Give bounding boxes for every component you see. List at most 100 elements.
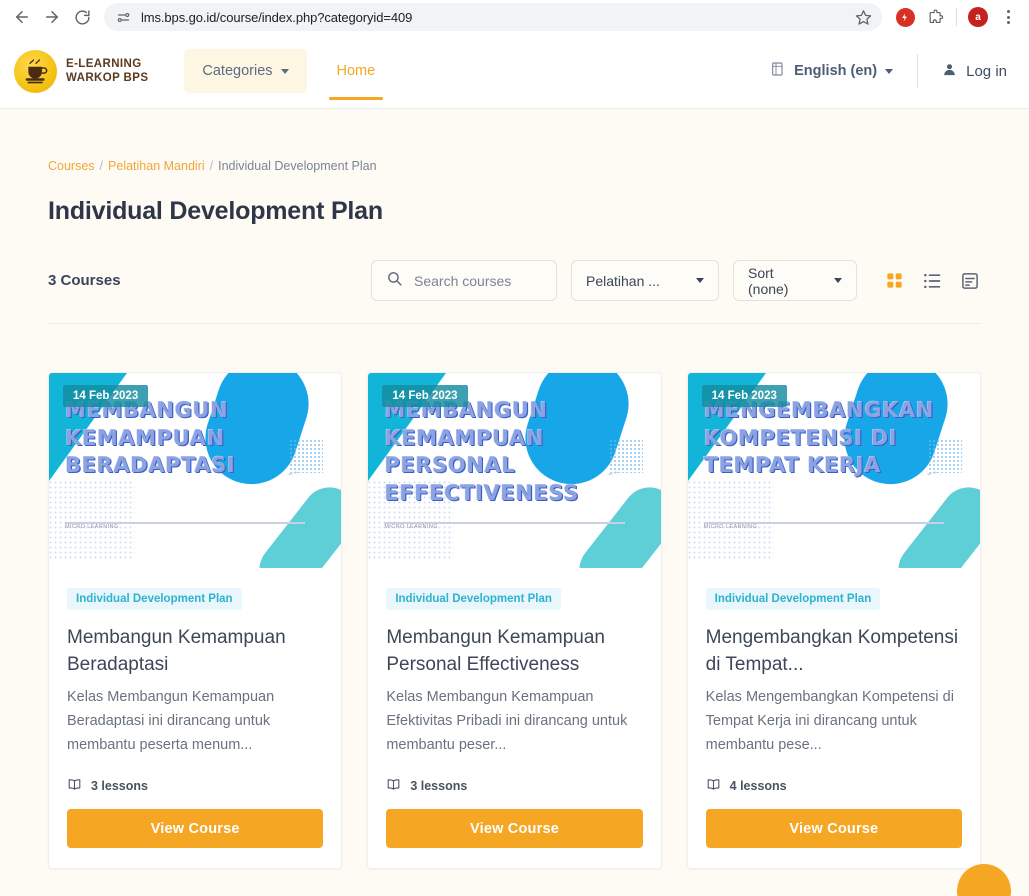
primary-navigation: Categories Home	[184, 34, 383, 108]
course-image: MENGEMBANGKAN KOMPETENSI DI TEMPAT KERJA…	[687, 373, 980, 568]
course-image: MEMBANGUN KEMAMPUAN PERSONAL EFFECTIVENE…	[368, 373, 661, 568]
globe-icon	[770, 61, 786, 81]
course-title[interactable]: Mengembangkan Kompetensi di Tempat...	[706, 625, 962, 679]
course-count: 3 Courses	[48, 272, 121, 289]
warkop-coffee-logo-icon	[14, 49, 57, 93]
course-toolbar: 3 Courses Search courses Pelatihan ... S…	[48, 260, 981, 301]
chevron-down-icon	[834, 278, 842, 283]
course-grid: MEMBANGUN KEMAMPUAN BERADAPTASI ⌁⌁ MICRO…	[48, 372, 981, 870]
course-category-badge: Individual Development Plan	[705, 588, 881, 610]
url-text: lms.bps.go.id/course/index.php?categoryi…	[141, 9, 413, 25]
language-label: English (en)	[794, 63, 878, 79]
user-icon	[942, 62, 957, 81]
image-halftone-dots	[687, 480, 774, 560]
chevron-down-icon	[696, 278, 704, 283]
nav-home-link[interactable]: Home	[328, 34, 384, 108]
course-category-badge: Individual Development Plan	[67, 588, 242, 610]
nav-categories-dropdown[interactable]: Categories	[184, 49, 307, 93]
course-image: MEMBANGUN KEMAMPUAN BERADAPTASI ⌁⌁ MICRO…	[49, 373, 342, 568]
toolbar-divider	[956, 8, 957, 26]
breadcrumb: Courses / Pelatihan Mandiri / Individual…	[48, 109, 981, 173]
image-micro-label: MICRO LEARNING	[65, 524, 119, 530]
chevron-down-icon	[885, 68, 894, 74]
forward-button[interactable]	[38, 3, 66, 31]
course-date-badge: 14 Feb 2023	[382, 385, 468, 407]
image-title-text: MEMBANGUN KEMAMPUAN PERSONAL EFFECTIVENE…	[384, 398, 579, 506]
header-right-area: English (en) Log in	[770, 54, 1007, 88]
brand-line-2: WARKOP BPS	[66, 72, 149, 84]
course-lessons: 4 lessons	[706, 777, 962, 795]
view-summary-button[interactable]	[959, 270, 981, 292]
course-title[interactable]: Membangun Kemampuan Beradaptasi	[67, 625, 323, 679]
course-lessons-count: 3 lessons	[410, 779, 468, 794]
site-logo[interactable]: E-LEARNING WARKOP BPS	[14, 49, 148, 93]
view-card-button[interactable]	[883, 270, 905, 292]
image-halftone-dots	[49, 480, 135, 560]
category-filter-select[interactable]: Pelatihan ...	[571, 260, 719, 301]
book-icon	[67, 777, 82, 795]
course-date-badge: 14 Feb 2023	[63, 385, 149, 407]
page-title: Individual Development Plan	[48, 197, 383, 225]
course-category-badge: Individual Development Plan	[386, 588, 561, 610]
breadcrumb-current: Individual Development Plan	[218, 159, 377, 173]
view-list-button[interactable]	[921, 270, 943, 292]
view-course-button[interactable]: View Course	[67, 809, 324, 849]
course-description: Kelas Membangun Kemampuan Beradaptasi in…	[67, 688, 275, 754]
image-micro-label: MICRO LEARNING	[703, 524, 758, 530]
course-title[interactable]: Membangun Kemampuan Personal Effectivene…	[386, 625, 642, 679]
course-lessons-count: 3 lessons	[91, 779, 148, 794]
profile-avatar[interactable]: a	[965, 4, 991, 30]
login-link[interactable]: Log in	[942, 62, 1007, 81]
search-icon	[386, 270, 403, 292]
kebab-icon	[1006, 10, 1010, 24]
course-lessons: 3 lessons	[67, 777, 323, 795]
sort-select[interactable]: Sort (none)	[733, 260, 857, 301]
chrome-menu-icon[interactable]	[995, 4, 1021, 30]
course-lessons-count: 4 lessons	[729, 779, 787, 794]
extensions-puzzle-icon[interactable]	[922, 4, 948, 30]
toolbar-divider-line	[48, 323, 981, 324]
login-label: Log in	[966, 62, 1007, 80]
page-content: Courses / Pelatihan Mandiri / Individual…	[0, 109, 1029, 896]
brand-text: E-LEARNING WARKOP BPS	[66, 57, 148, 86]
header-divider	[917, 54, 919, 88]
breadcrumb-separator: /	[209, 159, 214, 173]
course-card-body: Individual Development Plan Membangun Ke…	[368, 568, 660, 868]
view-course-button[interactable]: View Course	[705, 809, 962, 849]
bookmark-star-icon[interactable]	[855, 9, 872, 26]
language-switcher[interactable]: English (en)	[770, 61, 894, 81]
image-micro-label: MICRO LEARNING	[384, 524, 438, 530]
course-description: Kelas Membangun Kemampuan Efektivitas Pr…	[386, 688, 628, 754]
extension-badge	[895, 7, 915, 27]
nav-home-label: Home	[336, 63, 376, 79]
image-title-text: MENGEMBANGKAN KOMPETENSI DI TEMPAT KERJA	[703, 398, 934, 478]
breadcrumb-courses-link[interactable]: Courses	[48, 159, 95, 173]
address-bar[interactable]: lms.bps.go.id/course/index.php?categoryi…	[104, 3, 882, 31]
course-lessons: 3 lessons	[386, 777, 642, 795]
site-info-icon[interactable]	[116, 10, 131, 25]
breadcrumb-separator: /	[99, 159, 104, 173]
browser-action-icons: a	[886, 4, 1021, 30]
brand-line-1: E-LEARNING	[66, 57, 142, 70]
course-card[interactable]: MENGEMBANGKAN KOMPETENSI DI TEMPAT KERJA…	[686, 372, 981, 870]
reload-button[interactable]	[68, 3, 96, 31]
search-courses-input[interactable]: Search courses	[371, 260, 557, 301]
back-button[interactable]	[8, 3, 36, 31]
category-filter-value: Pelatihan ...	[586, 272, 660, 289]
course-card-body: Individual Development Plan Membangun Ke…	[49, 568, 341, 868]
chevron-down-icon	[280, 68, 289, 74]
content-container: Courses / Pelatihan Mandiri / Individual…	[0, 109, 1029, 870]
extension-icon[interactable]	[892, 4, 918, 30]
sort-value: Sort (none)	[748, 264, 789, 297]
book-icon	[706, 777, 721, 795]
avatar: a	[968, 7, 988, 27]
search-placeholder: Search courses	[414, 272, 512, 289]
nav-categories-label: Categories	[202, 63, 273, 79]
image-title-text: MEMBANGUN KEMAMPUAN BERADAPTASI	[65, 398, 236, 478]
course-card[interactable]: MEMBANGUN KEMAMPUAN PERSONAL EFFECTIVENE…	[367, 372, 662, 870]
breadcrumb-category-link[interactable]: Pelatihan Mandiri	[108, 159, 205, 173]
course-card[interactable]: MEMBANGUN KEMAMPUAN BERADAPTASI ⌁⌁ MICRO…	[48, 372, 343, 870]
site-header: E-LEARNING WARKOP BPS Categories Home En…	[0, 34, 1029, 109]
course-description: Kelas Mengembangkan Kompetensi di Tempat…	[705, 688, 954, 754]
view-course-button[interactable]: View Course	[386, 809, 643, 849]
